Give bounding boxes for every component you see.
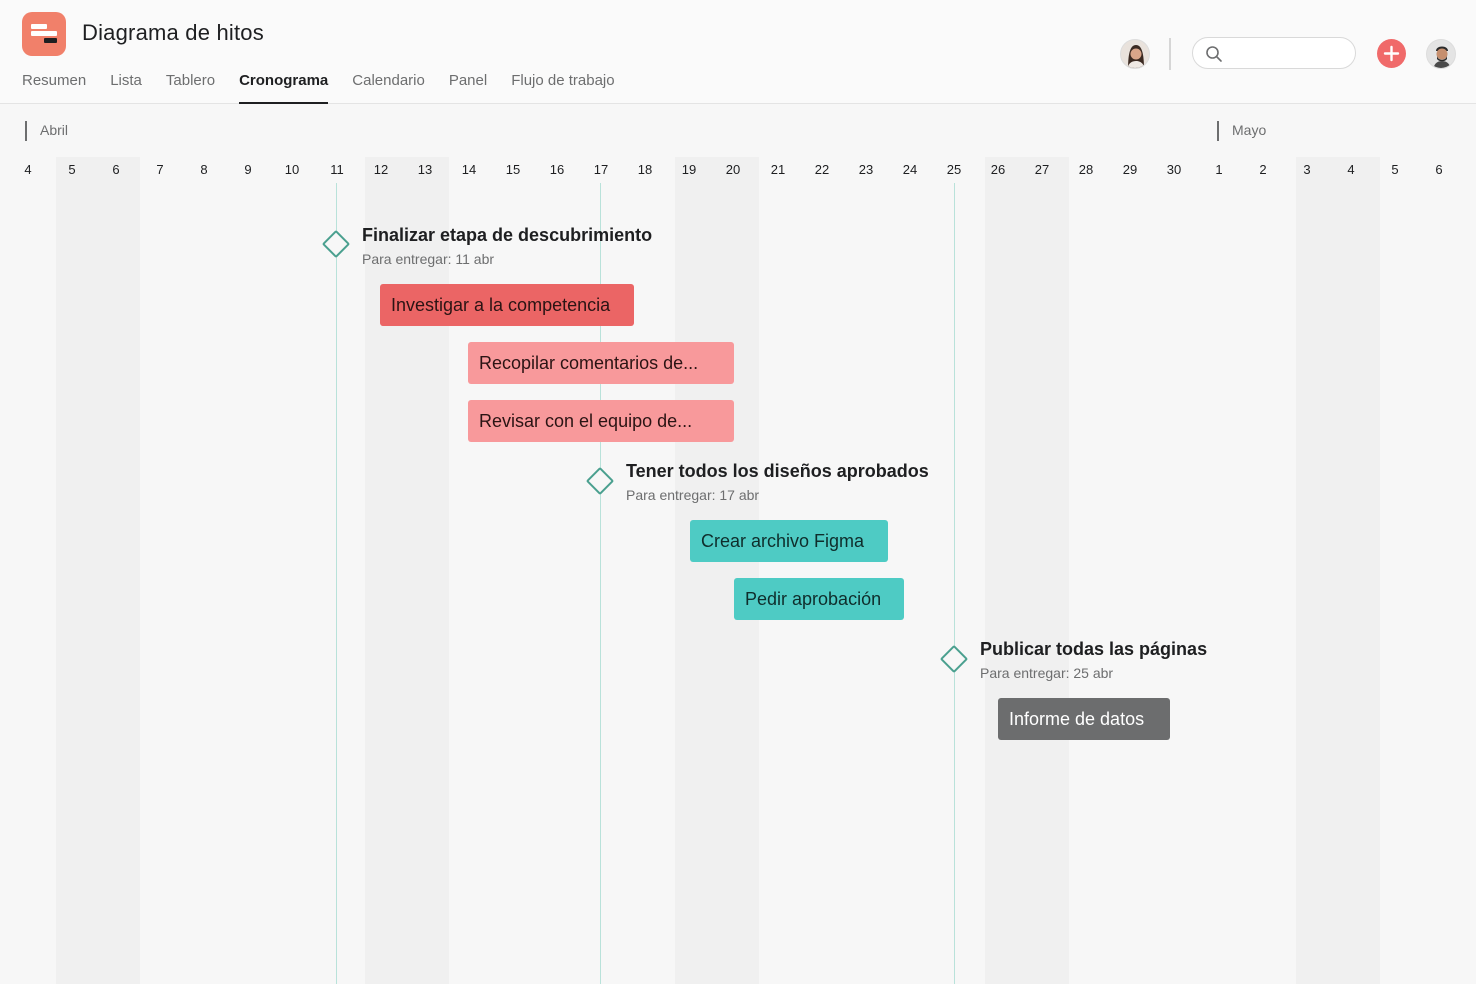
- milestone-line: [954, 183, 955, 984]
- month-marker: [1217, 121, 1219, 141]
- task-bar[interactable]: Crear archivo Figma: [690, 520, 888, 562]
- tab-tablero[interactable]: Tablero: [166, 70, 215, 104]
- month-label-abril: Abril: [40, 122, 69, 138]
- day-label: 4: [24, 162, 32, 177]
- task-bar[interactable]: Informe de datos: [998, 698, 1170, 740]
- task-bar[interactable]: Recopilar comentarios de...: [468, 342, 734, 384]
- day-label: 30: [1166, 162, 1182, 177]
- milestone-title[interactable]: Tener todos los diseños aprobados: [626, 461, 929, 482]
- weekend-band: [675, 157, 759, 984]
- milestone-diamond-icon[interactable]: [585, 466, 615, 496]
- day-label: 3: [1303, 162, 1311, 177]
- day-label: 12: [373, 162, 389, 177]
- milestone-title[interactable]: Publicar todas las páginas: [980, 639, 1207, 660]
- milestone-title[interactable]: Finalizar etapa de descubrimiento: [362, 225, 652, 246]
- day-label: 5: [1391, 162, 1399, 177]
- tab-panel[interactable]: Panel: [449, 70, 487, 104]
- app-logo-icon[interactable]: [22, 12, 66, 56]
- day-label: 4: [1347, 162, 1355, 177]
- milestone-due-date: Para entregar: 25 abr: [980, 665, 1114, 681]
- tab-cronograma[interactable]: Cronograma: [239, 70, 329, 104]
- search-field[interactable]: [1192, 37, 1356, 69]
- day-label: 29: [1122, 162, 1138, 177]
- project-owner-avatar[interactable]: [1120, 39, 1150, 69]
- header-divider: [1169, 38, 1171, 70]
- month-label-mayo: Mayo: [1232, 122, 1267, 138]
- day-label: 24: [902, 162, 918, 177]
- day-label: 13: [417, 162, 433, 177]
- day-label: 6: [1435, 162, 1443, 177]
- day-label: 27: [1034, 162, 1050, 177]
- day-label: 14: [461, 162, 477, 177]
- day-label: 21: [770, 162, 786, 177]
- day-label: 26: [990, 162, 1006, 177]
- weekend-band: [1296, 157, 1380, 984]
- day-label: 1: [1215, 162, 1223, 177]
- milestone-due-date: Para entregar: 17 abr: [626, 487, 760, 503]
- day-label: 25: [946, 162, 962, 177]
- project-header: Diagrama de hitos Resumen Lista Tablero …: [0, 0, 1476, 104]
- day-label: 19: [681, 162, 697, 177]
- user-avatar[interactable]: [1426, 39, 1456, 69]
- day-label: 16: [549, 162, 565, 177]
- tab-calendario[interactable]: Calendario: [352, 70, 425, 104]
- weekend-band: [56, 157, 140, 984]
- day-label: 9: [244, 162, 252, 177]
- day-label: 15: [505, 162, 521, 177]
- task-bar[interactable]: Pedir aprobación: [734, 578, 904, 620]
- search-input[interactable]: [1227, 43, 1347, 63]
- day-label: 2: [1259, 162, 1267, 177]
- timeline-view: Abril Mayo 4 5 6 7 8 9 10 11 12 13 14 15…: [0, 105, 1476, 984]
- plus-icon: [1383, 45, 1400, 62]
- day-label: 7: [156, 162, 164, 177]
- day-label: 6: [112, 162, 120, 177]
- day-label: 22: [814, 162, 830, 177]
- weekend-band: [985, 157, 1069, 984]
- milestone-diamond-icon[interactable]: [939, 644, 969, 674]
- view-tabs: Resumen Lista Tablero Cronograma Calenda…: [22, 70, 615, 104]
- task-bar[interactable]: Revisar con el equipo de...: [468, 400, 734, 442]
- project-title[interactable]: Diagrama de hitos: [82, 20, 264, 46]
- day-label: 23: [858, 162, 874, 177]
- day-label: 5: [68, 162, 76, 177]
- day-label: 17: [593, 162, 609, 177]
- month-marker: [25, 121, 27, 141]
- tab-resumen[interactable]: Resumen: [22, 70, 86, 104]
- search-icon: [1206, 46, 1222, 62]
- milestone-line: [336, 183, 337, 984]
- add-button[interactable]: [1377, 39, 1406, 68]
- day-label: 11: [330, 162, 344, 177]
- weekend-band: [365, 157, 449, 984]
- day-label: 20: [725, 162, 741, 177]
- tab-flujo-de-trabajo[interactable]: Flujo de trabajo: [511, 70, 614, 104]
- day-label: 8: [200, 162, 208, 177]
- task-bar[interactable]: Investigar a la competencia: [380, 284, 634, 326]
- day-label: 18: [637, 162, 653, 177]
- milestone-diamond-icon[interactable]: [321, 229, 351, 259]
- day-label: 28: [1078, 162, 1094, 177]
- day-label: 10: [284, 162, 300, 177]
- milestone-due-date: Para entregar: 11 abr: [362, 251, 495, 267]
- tab-lista[interactable]: Lista: [110, 70, 142, 104]
